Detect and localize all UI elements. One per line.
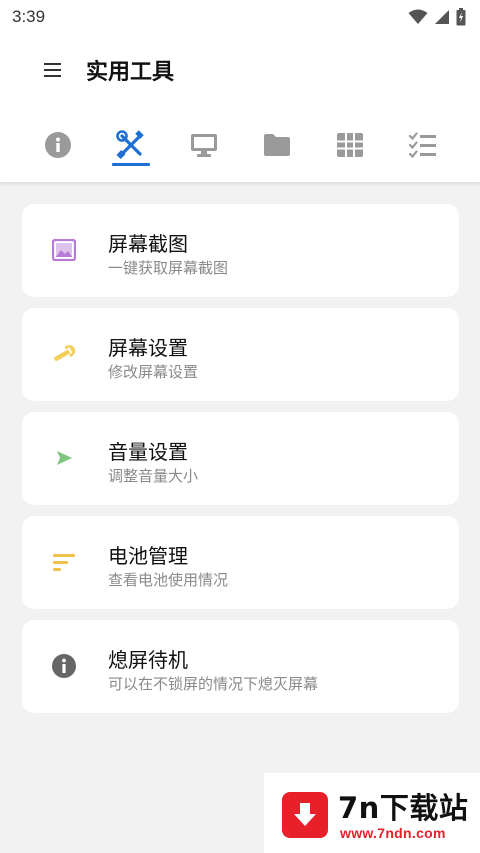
menu-icon[interactable] bbox=[44, 60, 64, 80]
item-subtitle: 可以在不锁屏的情况下熄灭屏幕 bbox=[108, 675, 319, 693]
item-subtitle: 调整音量大小 bbox=[108, 467, 199, 485]
tab-bar bbox=[0, 122, 480, 172]
play-icon bbox=[50, 444, 78, 472]
tab-device[interactable] bbox=[179, 122, 229, 168]
list-item-screenshot[interactable]: 屏幕截图 一键获取屏幕截图 bbox=[22, 204, 459, 297]
list-item-volume-settings[interactable]: 音量设置 调整音量大小 bbox=[22, 412, 459, 505]
info-icon bbox=[45, 132, 71, 158]
wrench-icon bbox=[50, 340, 78, 368]
tab-tasks[interactable] bbox=[398, 122, 448, 168]
image-icon bbox=[50, 236, 78, 264]
list-item-battery[interactable]: 电池管理 查看电池使用情况 bbox=[22, 516, 459, 609]
item-title: 电池管理 bbox=[108, 544, 188, 568]
tab-files[interactable] bbox=[252, 122, 302, 168]
item-title: 音量设置 bbox=[108, 440, 188, 464]
item-subtitle: 一键获取屏幕截图 bbox=[108, 259, 229, 277]
app-bar: 实用工具 bbox=[0, 34, 480, 182]
tab-apps[interactable] bbox=[325, 122, 375, 168]
status-time: 3:39 bbox=[12, 7, 46, 26]
tool-list: 屏幕截图 一键获取屏幕截图 屏幕设置 修改屏幕设置 音量设置 调整音量大小 电池… bbox=[22, 204, 459, 724]
folder-icon bbox=[264, 134, 290, 156]
signal-icon bbox=[435, 10, 449, 24]
info-circle-icon bbox=[50, 652, 78, 680]
item-subtitle: 修改屏幕设置 bbox=[108, 363, 199, 381]
wifi-icon bbox=[408, 9, 428, 24]
grid-icon bbox=[337, 133, 363, 157]
item-title: 屏幕设置 bbox=[108, 336, 188, 360]
download-logo-icon bbox=[282, 792, 328, 838]
watermark: 7n下载站 www.7ndn.com bbox=[264, 773, 480, 853]
watermark-name: 7n下载站 bbox=[338, 791, 469, 825]
monitor-icon bbox=[191, 134, 217, 157]
checklist-icon bbox=[408, 132, 436, 158]
item-title: 屏幕截图 bbox=[108, 232, 188, 256]
item-subtitle: 查看电池使用情况 bbox=[108, 571, 229, 589]
page-title: 实用工具 bbox=[86, 60, 175, 85]
battery-icon bbox=[456, 8, 466, 26]
list-item-screen-off[interactable]: 熄屏待机 可以在不锁屏的情况下熄灭屏幕 bbox=[22, 620, 459, 713]
watermark-url: www.7ndn.com bbox=[340, 825, 446, 841]
tab-tools[interactable] bbox=[106, 122, 156, 168]
list-item-screen-settings[interactable]: 屏幕设置 修改屏幕设置 bbox=[22, 308, 459, 401]
system-icons bbox=[408, 8, 466, 26]
tab-info[interactable] bbox=[33, 122, 83, 168]
tools-icon bbox=[116, 130, 144, 159]
item-title: 熄屏待机 bbox=[108, 648, 188, 672]
sort-lines-icon bbox=[50, 548, 78, 576]
status-bar: 3:39 bbox=[0, 0, 480, 34]
